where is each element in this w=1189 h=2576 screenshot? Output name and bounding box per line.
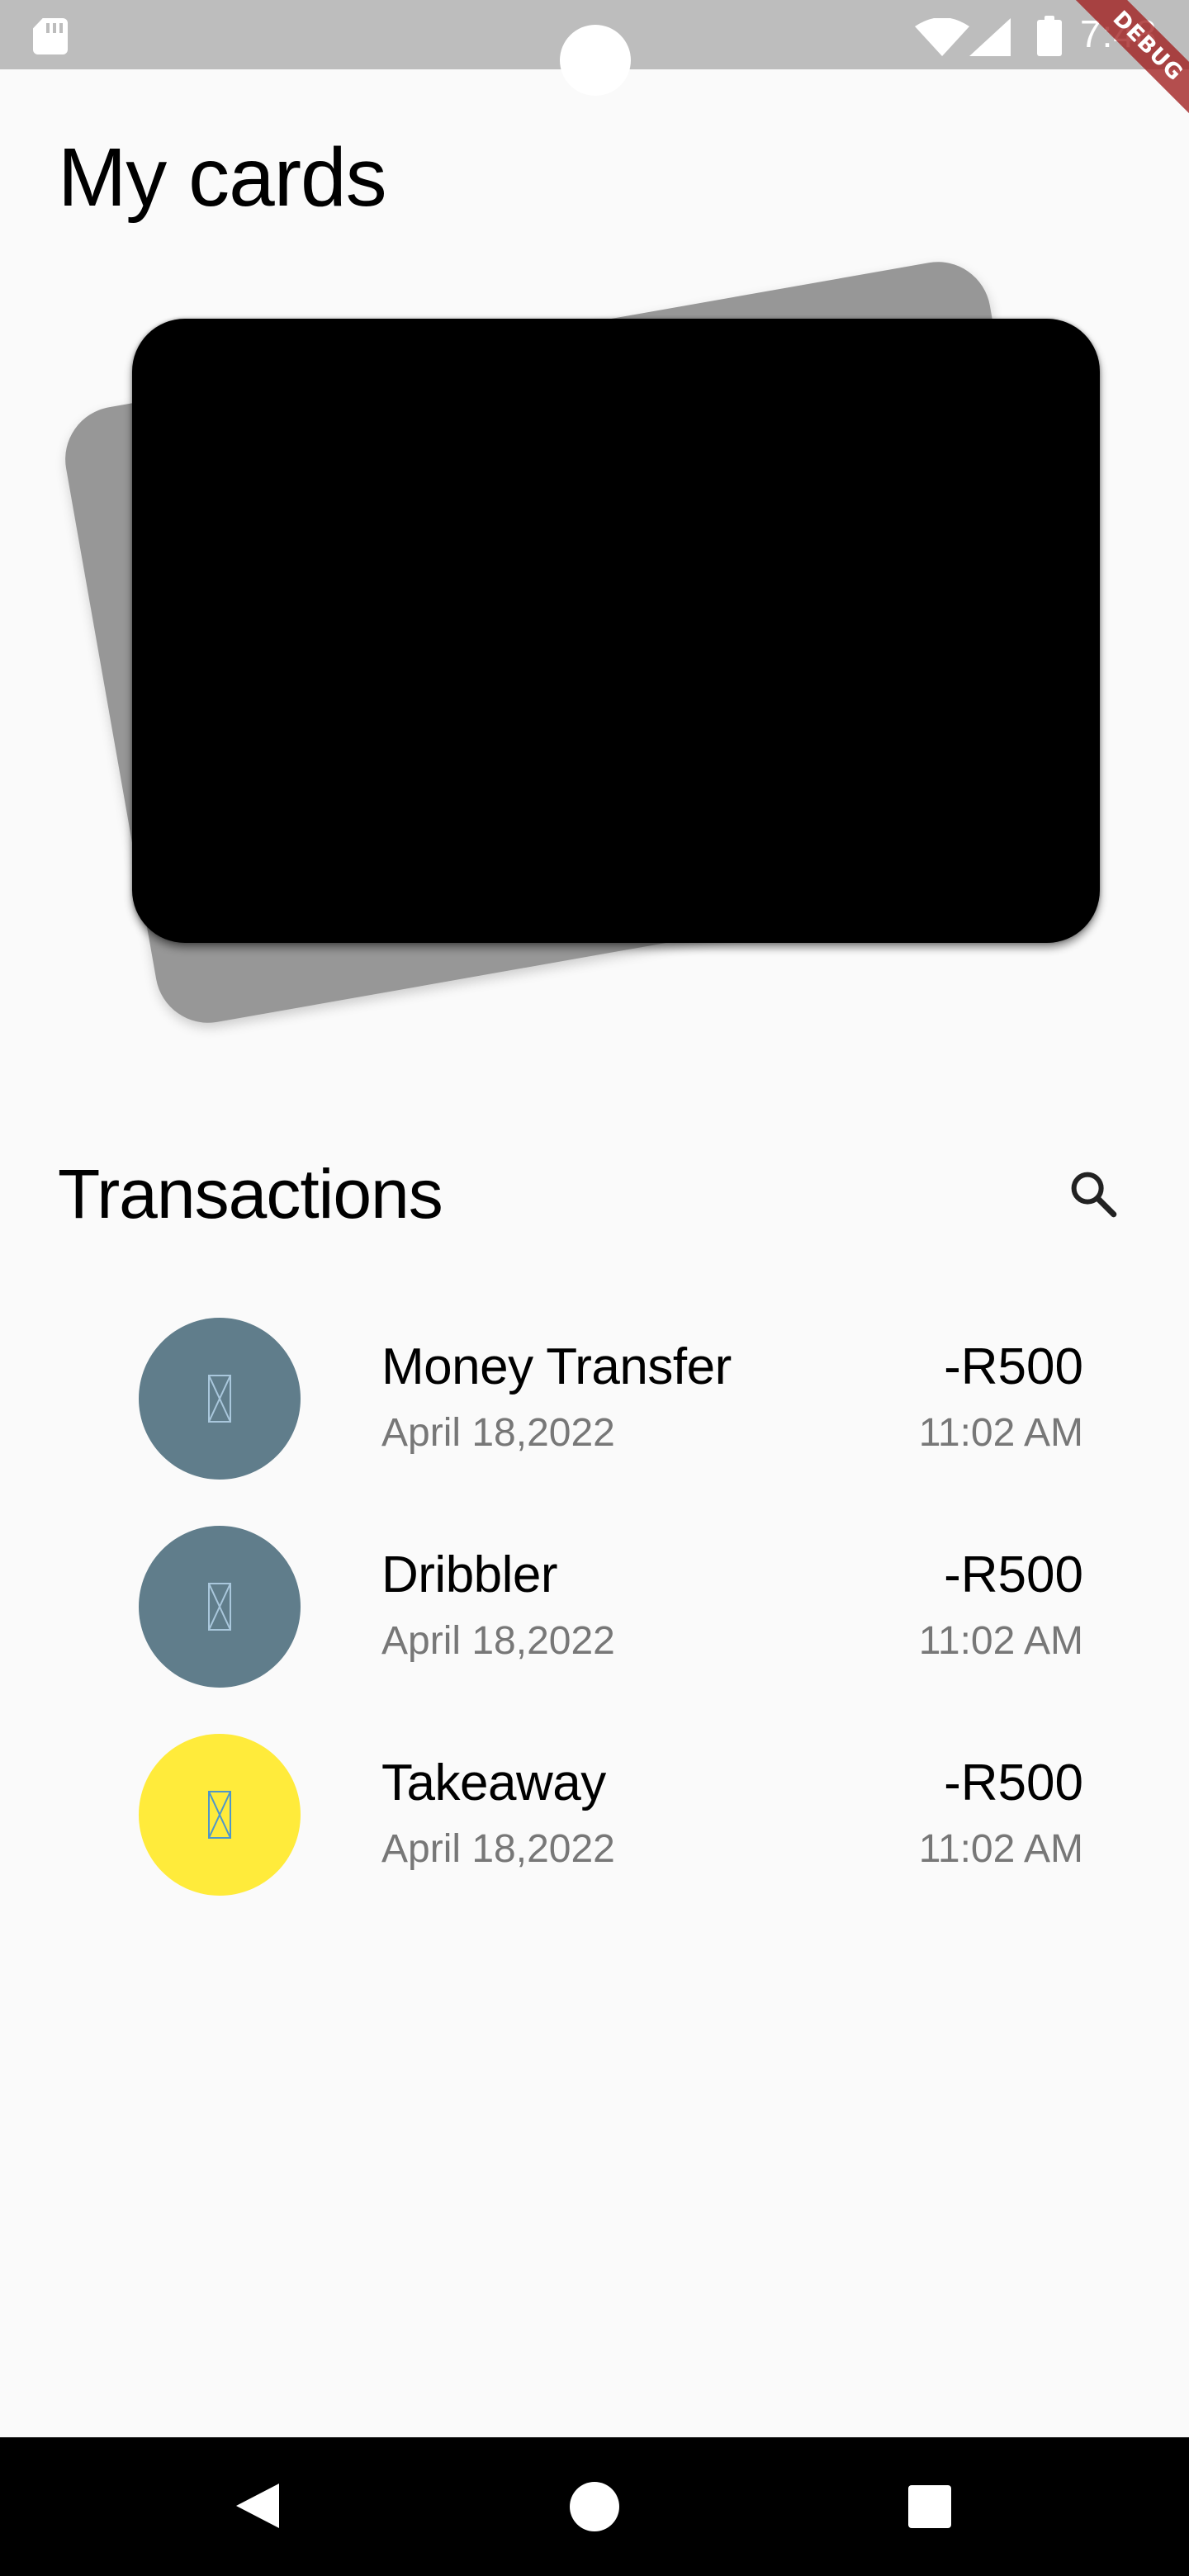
home-icon[interactable] [570,2482,619,2531]
transaction-amount: -R500 [944,1754,1083,1811]
recents-icon[interactable] [908,2485,951,2528]
transaction-name: Dribbler [381,1546,558,1603]
missing-glyph-icon [208,1791,231,1839]
transaction-date: April 18,2022 [381,1411,615,1455]
search-icon [1071,1172,1117,1218]
card-front[interactable] [132,319,1100,943]
camera-cutout [560,25,631,96]
search-button[interactable] [1062,1163,1125,1225]
transaction-avatar [139,1734,301,1896]
transaction-time: 11:02 AM [918,1827,1083,1871]
transaction-date: April 18,2022 [381,1619,615,1663]
transaction-row-dribbler[interactable]: Dribbler April 18,2022 -R500 11:02 AM [0,1526,1189,1699]
signal-icon [969,18,1011,56]
wifi-icon [915,18,969,56]
transaction-amount: -R500 [944,1338,1083,1395]
transaction-row-takeaway[interactable]: Takeaway April 18,2022 -R500 11:02 AM [0,1734,1189,1907]
transaction-name: Takeaway [381,1754,606,1811]
transaction-date: April 18,2022 [381,1827,615,1871]
back-icon[interactable] [236,2484,279,2528]
transaction-time: 11:02 AM [918,1411,1083,1455]
app-screen: 7:48 DEBUG My cards Transactions Money T… [0,0,1189,2576]
battery-icon [1037,16,1062,56]
transactions-title: Transactions [58,1155,443,1233]
navigation-bar [0,2437,1189,2576]
transaction-time: 11:02 AM [918,1619,1083,1663]
page-title: My cards [58,131,387,224]
transaction-row-money-transfer[interactable]: Money Transfer April 18,2022 -R500 11:02… [0,1318,1189,1491]
sd-card-icon [33,18,68,54]
transaction-avatar [139,1318,301,1480]
missing-glyph-icon [208,1583,231,1631]
transaction-name: Money Transfer [381,1338,732,1395]
transaction-avatar [139,1526,301,1688]
transaction-amount: -R500 [944,1546,1083,1603]
missing-glyph-icon [208,1375,231,1423]
